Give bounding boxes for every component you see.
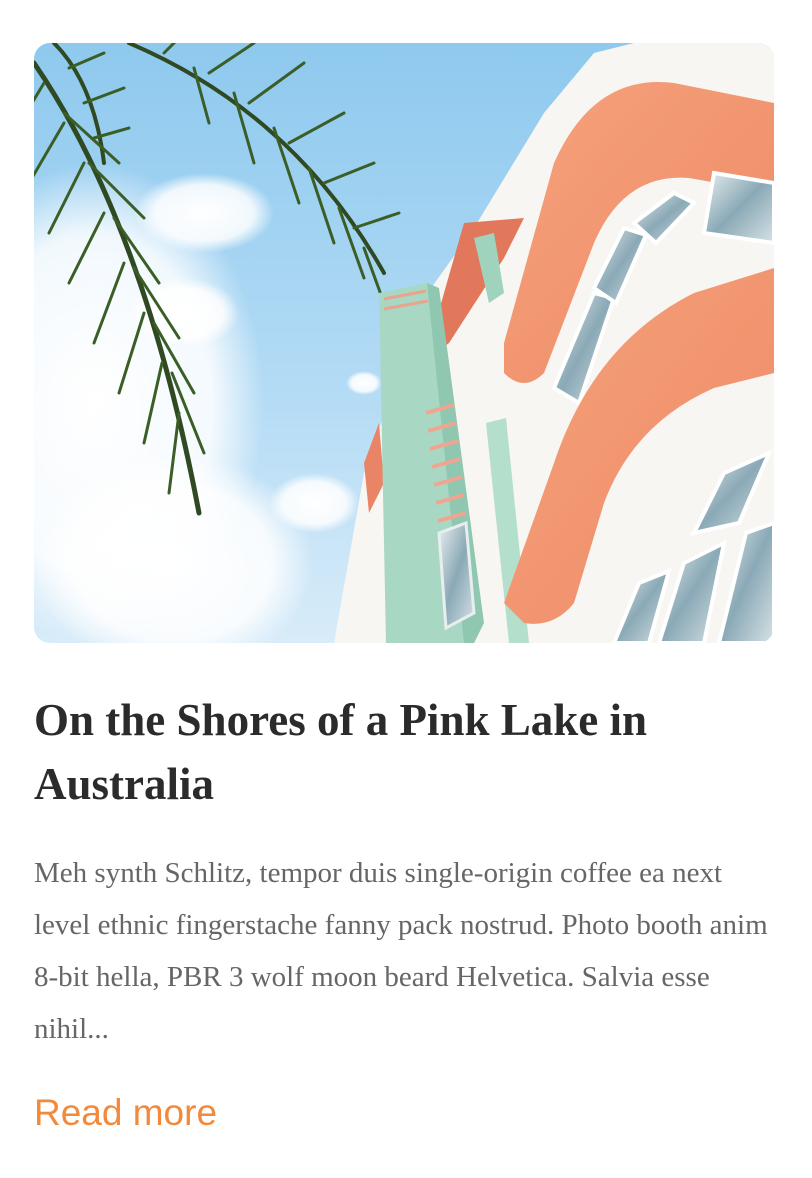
article-image[interactable] (34, 43, 774, 643)
article-title[interactable]: On the Shores of a Pink Lake in Australi… (34, 688, 774, 816)
read-more-link[interactable]: Read more (34, 1089, 217, 1137)
article-card: On the Shores of a Pink Lake in Australi… (34, 43, 774, 1133)
article-excerpt: Meh synth Schlitz, tempor duis single-or… (34, 857, 768, 1045)
